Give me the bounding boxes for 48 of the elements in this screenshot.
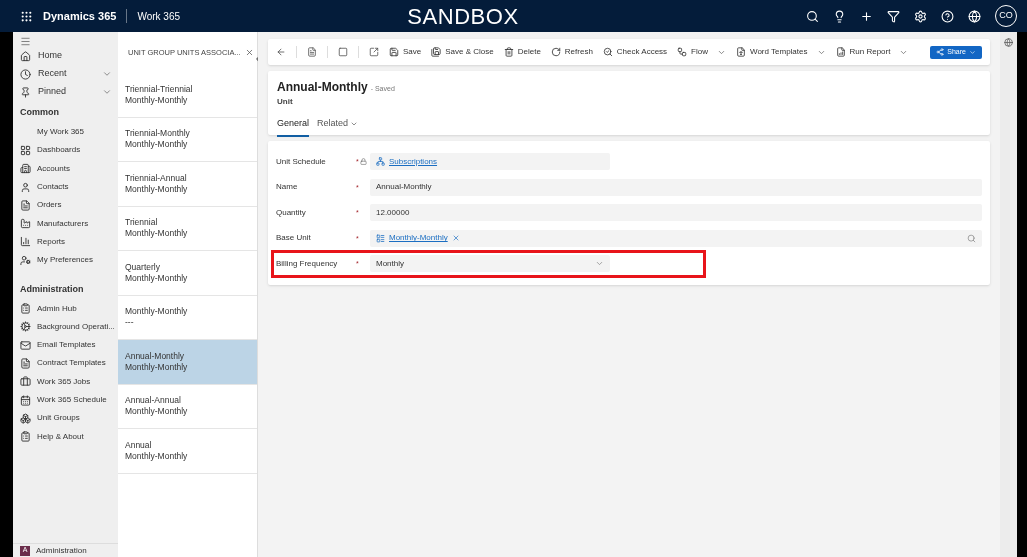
field-label: Base Unit [275,232,312,245]
sidebar-item[interactable]: Recent [13,65,118,83]
toolbar-button[interactable]: Check Access [602,46,668,58]
section-heading: Administration [19,282,85,296]
toolbar-button[interactable]: Refresh [550,46,593,58]
field-label: Quantity [275,206,307,219]
toolbar-button[interactable]: Word Templates [736,46,826,58]
toolbar-button[interactable]: Save & Close [431,46,494,58]
sidebar-item[interactable]: Reports [13,232,118,252]
list-item[interactable]: Annual-Monthly Monthly-Monthly [118,340,257,385]
lookup-field[interactable]: Monthly-Monthly [370,229,982,247]
toolbar-button[interactable]: Run Report [835,46,909,58]
input-field[interactable]: Annual-Monthly [370,178,982,196]
input-field[interactable]: 12.00000 [370,204,982,222]
form-tab[interactable]: Related [317,117,359,137]
field-label: Unit Schedule [275,155,327,168]
dropdown-field[interactable]: Monthly [370,255,610,273]
sidebar-item[interactable]: Background Operati... [13,317,118,336]
environment-title: SANDBOX [407,2,520,31]
sidebar-item[interactable]: Pinned [13,83,118,101]
toolbar-button[interactable]: Delete [503,46,541,58]
sidebar-item[interactable]: Work 365 Jobs [13,372,118,391]
field-label: Name [275,181,299,194]
entity-name: Unit [277,96,294,108]
sidebar-item[interactable]: Home [13,47,118,65]
sidebar-item[interactable]: My Work 365 [13,123,118,142]
toolbar-button[interactable]: Save [389,46,422,58]
sidebar-item[interactable]: Contract Templates [13,354,118,373]
sidebar-item[interactable]: Contacts [13,177,118,197]
sidebar-item[interactable]: My Preferences [13,251,118,270]
lookup-field[interactable]: Subscriptions [370,153,610,171]
area-name[interactable]: Work 365 [137,8,180,24]
sidebar-item[interactable]: Manufacturers [13,214,118,233]
sidebar-item[interactable]: Dashboards [13,141,118,160]
section-heading: Common [19,106,60,120]
sidebar-item[interactable]: Admin Hub [13,299,118,318]
app-name[interactable]: Dynamics 365 [43,7,117,25]
sidebar-item[interactable]: Email Templates [13,335,118,355]
sidebar-item[interactable]: Help & About [13,427,118,446]
form-tab[interactable]: General [277,117,310,137]
field-label: Billing Frequency [275,257,339,270]
sidebar-item[interactable]: Unit Groups [13,409,118,428]
record-title: Annual-Monthly [277,79,368,96]
sidebar-item[interactable]: Orders [13,196,118,215]
sidebar-item[interactable]: Accounts [13,159,118,178]
area-label: Administration [36,545,87,556]
sidebar-item[interactable]: Work 365 Schedule [13,390,118,410]
toolbar-button[interactable]: Flow [677,46,726,58]
